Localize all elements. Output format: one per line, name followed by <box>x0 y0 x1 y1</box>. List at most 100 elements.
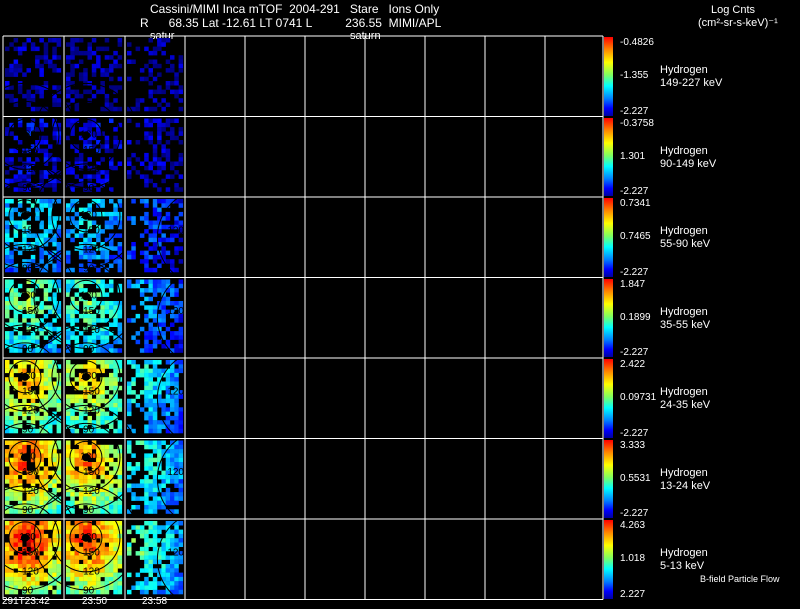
pixel <box>148 93 153 99</box>
pixel <box>178 559 184 565</box>
pixel <box>170 237 175 243</box>
pixel <box>13 68 19 73</box>
pixel <box>161 309 166 315</box>
pixel <box>152 63 158 69</box>
pixel <box>178 331 184 336</box>
pixel <box>113 127 118 132</box>
pixel <box>161 148 166 154</box>
pixel <box>39 170 44 175</box>
pixel <box>5 572 10 578</box>
pixel <box>96 254 101 260</box>
pixel <box>152 470 158 476</box>
pixel <box>13 479 19 484</box>
colorbar-mid-label: 0.5531 <box>620 472 651 484</box>
pixel <box>104 449 110 454</box>
pixel <box>39 394 44 399</box>
pixel <box>78 254 84 260</box>
pixel <box>127 407 132 412</box>
pixel <box>170 449 175 454</box>
pixel <box>178 318 184 323</box>
pixel <box>170 576 175 582</box>
pixel <box>43 313 49 319</box>
pixel <box>148 564 153 569</box>
pixel <box>48 424 53 429</box>
pixel <box>152 372 158 378</box>
energy-range: 13-24 keV <box>660 479 711 492</box>
pixel <box>178 529 184 535</box>
pixel <box>48 470 53 476</box>
pixel <box>5 440 10 445</box>
pixel <box>70 309 75 315</box>
pixel <box>66 233 71 238</box>
pixel <box>70 55 75 60</box>
pixel <box>144 385 149 391</box>
pixel <box>165 581 171 586</box>
pixel <box>148 542 153 547</box>
pixel <box>104 55 110 60</box>
pixel <box>165 462 171 467</box>
pixel <box>104 474 110 480</box>
colorbar <box>604 359 613 438</box>
pixel <box>17 63 23 69</box>
pixel <box>87 50 92 56</box>
pixel <box>144 462 149 467</box>
pixel <box>22 398 27 404</box>
pixel <box>161 572 166 578</box>
pixel <box>161 551 166 556</box>
pixel <box>70 559 75 565</box>
pixel <box>109 381 114 386</box>
pixel <box>52 63 57 69</box>
pixel <box>161 470 166 476</box>
pixel <box>157 140 162 145</box>
pixel <box>52 165 57 171</box>
pixel <box>35 55 40 60</box>
pixel <box>70 411 75 417</box>
pixel <box>5 496 10 501</box>
pixel <box>91 220 97 225</box>
pixel <box>157 440 162 445</box>
pixel <box>5 500 10 506</box>
pixel <box>170 457 175 463</box>
pixel <box>35 509 40 514</box>
pixel <box>66 479 71 484</box>
pixel <box>174 500 179 506</box>
pixel <box>39 533 44 539</box>
pixel <box>66 250 71 256</box>
pixel <box>39 331 44 336</box>
pixel <box>165 542 171 547</box>
pixel <box>104 93 110 99</box>
contour-label: 180 <box>80 532 97 543</box>
pixel <box>83 364 88 369</box>
pixel <box>43 551 49 556</box>
pixel <box>161 178 166 184</box>
legend-label: B-field Particle Flow <box>700 574 780 584</box>
pixel <box>48 309 53 315</box>
pixel <box>157 122 162 128</box>
pixel <box>5 546 10 552</box>
pixel <box>165 140 171 145</box>
energy-range: 5-13 keV <box>660 560 705 572</box>
pixel <box>109 211 114 217</box>
pixel <box>178 283 184 289</box>
pixel <box>117 509 123 514</box>
pixel <box>139 259 145 264</box>
pixel <box>5 411 10 417</box>
pixel <box>52 157 57 162</box>
pixel <box>91 542 97 547</box>
pixel <box>148 529 153 535</box>
pixel <box>9 339 14 345</box>
pixel <box>144 152 149 158</box>
pixel <box>165 85 171 90</box>
pixel <box>43 449 49 454</box>
pixel <box>70 474 75 480</box>
pixel <box>178 237 184 243</box>
pixel <box>139 585 145 590</box>
pixel <box>131 59 136 64</box>
colorbar <box>604 439 613 518</box>
pixel <box>174 377 179 382</box>
pixel <box>104 555 110 560</box>
pixel <box>39 309 44 315</box>
pixel <box>144 122 149 128</box>
pixel <box>117 581 123 586</box>
pixel <box>78 381 84 386</box>
